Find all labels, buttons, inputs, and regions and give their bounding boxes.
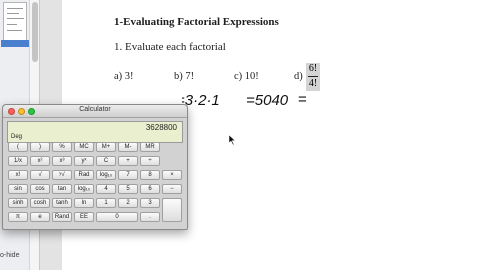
scrollbar-thumb[interactable]	[32, 2, 38, 62]
calc-key[interactable]: 5	[118, 184, 138, 194]
calc-key[interactable]: yˣ	[74, 156, 94, 166]
calculator-display: 3628800 Deg	[7, 121, 183, 143]
calc-key[interactable]	[162, 198, 182, 222]
angle-mode-indicator: Deg	[11, 134, 23, 140]
problem-a: a) 3!	[114, 71, 134, 82]
calc-key[interactable]: .	[140, 212, 160, 222]
handwriting-ink: =3·2·1 =5040 =	[182, 91, 307, 109]
calc-key[interactable]: M-	[118, 142, 138, 152]
calc-key[interactable]: Rand	[52, 212, 72, 222]
instruction-text: 1. Evaluate each factorial	[114, 41, 226, 53]
calc-key[interactable]: 0	[96, 212, 138, 222]
pointer-cursor-icon	[229, 135, 236, 145]
calc-key[interactable]: ʸ√	[52, 170, 72, 180]
calc-key[interactable]: ln	[74, 198, 94, 208]
calc-key[interactable]: EE	[74, 212, 94, 222]
handwriting-c: =	[298, 91, 307, 108]
fraction-numerator: 6!	[308, 63, 318, 74]
page-title: 1-Evaluating Factorial Expressions	[114, 16, 279, 28]
calc-key[interactable]: e	[30, 212, 50, 222]
calc-key[interactable]: sinh	[8, 198, 28, 208]
calc-key[interactable]: MR	[140, 142, 160, 152]
calc-key[interactable]: ×	[162, 170, 182, 180]
calc-key[interactable]: +	[118, 156, 138, 166]
problem-c: c) 10!	[234, 71, 259, 82]
calc-key[interactable]: π	[8, 212, 28, 222]
calc-key[interactable]: (	[8, 142, 28, 152]
page-thumbnail[interactable]	[3, 2, 27, 42]
display-value: 3628800	[145, 123, 177, 132]
calculator-titlebar[interactable]: Calculator	[3, 105, 187, 118]
calc-key[interactable]: −	[162, 184, 182, 194]
problem-b: b) 7!	[174, 71, 195, 82]
calc-key[interactable]: x²	[30, 156, 50, 166]
calc-key[interactable]: 6	[140, 184, 160, 194]
calc-key[interactable]: log₁₀	[74, 184, 94, 194]
calc-key[interactable]: MC	[74, 142, 94, 152]
calc-key[interactable]: M+	[96, 142, 116, 152]
thumbnail-line	[7, 18, 24, 19]
calculator-title: Calculator	[79, 106, 111, 113]
calc-key[interactable]: C	[96, 156, 116, 166]
calculator-window[interactable]: Calculator 3628800 Deg ()% MC M+ M- MR 1/x x² x…	[2, 104, 188, 230]
fraction-d: 6! 4!	[306, 63, 320, 91]
calc-key[interactable]: ÷	[140, 156, 160, 166]
calc-key[interactable]: x³	[52, 156, 72, 166]
calc-key[interactable]: cos	[30, 184, 50, 194]
calc-key[interactable]: cosh	[30, 198, 50, 208]
calc-key[interactable]: 1	[96, 198, 116, 208]
thumbnail-line	[7, 13, 19, 14]
calc-key[interactable]: %	[52, 142, 72, 152]
calc-key[interactable]: tan	[52, 184, 72, 194]
calc-key[interactable]: √	[30, 170, 50, 180]
thumbnail-line	[7, 8, 23, 9]
calc-key[interactable]: x!	[8, 170, 28, 180]
thumbnail-line	[7, 24, 17, 25]
thumbnail-selection[interactable]	[1, 40, 29, 47]
calc-key[interactable]: 2	[118, 198, 138, 208]
calc-key[interactable]: 1/x	[8, 156, 28, 166]
calc-key[interactable]: )	[30, 142, 50, 152]
calc-key[interactable]: 4	[96, 184, 116, 194]
handwriting-b: =5040	[246, 92, 289, 109]
thumbnail-line	[7, 30, 22, 31]
fraction-bar	[308, 76, 318, 77]
sidebar-footer-text: o-hide	[0, 252, 20, 259]
calc-key[interactable]: sin	[8, 184, 28, 194]
problem-d-label: d)	[294, 71, 303, 82]
calc-key[interactable]: Rad	[74, 170, 94, 180]
calc-key[interactable]: log₁₀	[96, 170, 116, 180]
calc-key[interactable]: 3	[140, 198, 160, 208]
calc-key[interactable]: 7	[118, 170, 138, 180]
calc-key[interactable]: 8	[140, 170, 160, 180]
calc-key[interactable]: tanh	[52, 198, 72, 208]
